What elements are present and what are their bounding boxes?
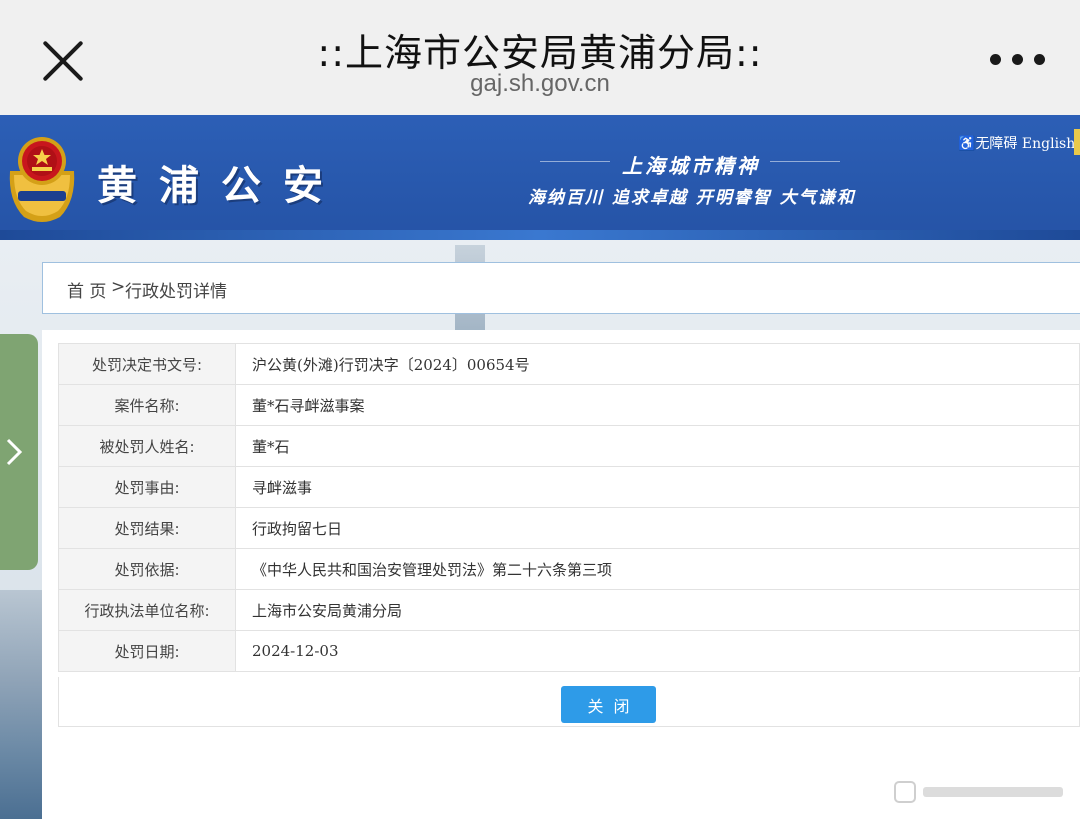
page-title: ::上海市公安局黄浦分局::: [317, 31, 763, 75]
site-header: 黄浦公安 上海城市精神 海纳百川 追求卓越 开明睿智 大气谦和 ♿无障碍 Eng…: [0, 115, 1080, 240]
table-row: 处罚依据: 《中华人民共和国治安管理处罚法》第二十六条第三项: [58, 548, 1080, 590]
detail-label: 处罚事由:: [58, 466, 236, 508]
breadcrumb-current: 行政处罚详情: [125, 282, 227, 302]
detail-value: 沪公黄(外滩)行罚决字〔2024〕00654号: [235, 343, 1080, 385]
slogan-title: 上海城市精神: [622, 154, 760, 178]
breadcrumb-separator: >: [111, 277, 126, 297]
header-edge-badge: [1074, 129, 1080, 155]
detail-panel: 处罚决定书文号: 沪公黄(外滩)行罚决字〔2024〕00654号 案件名称: 董*石寻…: [42, 330, 1080, 819]
side-expand-tab[interactable]: [0, 334, 38, 570]
detail-value: 董*石: [235, 425, 1080, 467]
english-link[interactable]: English: [1022, 136, 1075, 152]
police-emblem-icon: [9, 137, 75, 222]
page-url: gaj.sh.gov.cn: [470, 70, 610, 97]
detail-label: 被处罚人姓名:: [58, 425, 236, 467]
table-row: 行政执法单位名称: 上海市公安局黄浦分局: [58, 589, 1080, 631]
detail-label: 行政执法单位名称:: [58, 589, 236, 631]
table-row: 被处罚人姓名: 董*石: [58, 425, 1080, 467]
detail-label: 案件名称:: [58, 384, 236, 426]
accessibility-icon: ♿: [958, 136, 976, 152]
accessibility-link[interactable]: 无障碍: [975, 136, 1017, 152]
slogan-divider-right: [770, 161, 840, 162]
site-name: 黄浦公安: [97, 162, 345, 209]
table-row: 处罚事由: 寻衅滋事: [58, 466, 1080, 508]
slogan-text: 海纳百川 追求卓越 开明睿智 大气谦和: [528, 188, 856, 208]
detail-label: 处罚决定书文号:: [58, 343, 236, 385]
penalty-detail-table: 处罚决定书文号: 沪公黄(外滩)行罚决字〔2024〕00654号 案件名称: 董*石寻…: [58, 343, 1080, 672]
detail-value: 2024-12-03: [235, 630, 1080, 672]
detail-label: 处罚结果:: [58, 507, 236, 549]
close-button[interactable]: 关闭: [561, 686, 656, 723]
table-row: 案件名称: 董*石寻衅滋事案: [58, 384, 1080, 426]
detail-value: 董*石寻衅滋事案: [235, 384, 1080, 426]
slogan-divider-left: [540, 161, 610, 162]
more-options-icon[interactable]: [990, 54, 1050, 66]
browser-top-bar: ::上海市公安局黄浦分局:: gaj.sh.gov.cn: [0, 0, 1080, 115]
background-cityscape: [0, 590, 44, 819]
breadcrumb-home-link[interactable]: 首 页: [67, 277, 106, 302]
detail-value: 寻衅滋事: [235, 466, 1080, 508]
chevron-right-icon: [6, 438, 23, 466]
detail-label: 处罚依据:: [58, 548, 236, 590]
table-row: 处罚决定书文号: 沪公黄(外滩)行罚决字〔2024〕00654号: [58, 343, 1080, 385]
detail-value: 行政拘留七日: [235, 507, 1080, 549]
detail-value: 《中华人民共和国治安管理处罚法》第二十六条第三项: [235, 548, 1080, 590]
accessibility-links[interactable]: ♿无障碍 English: [958, 133, 1075, 153]
table-row: 处罚日期: 2024-12-03: [58, 630, 1080, 672]
breadcrumb: 首 页 > 行政处罚详情: [42, 262, 1080, 314]
watermark-logo: [894, 781, 1063, 803]
table-row: 处罚结果: 行政拘留七日: [58, 507, 1080, 549]
detail-value: 上海市公安局黄浦分局: [235, 589, 1080, 631]
detail-label: 处罚日期:: [58, 630, 236, 672]
